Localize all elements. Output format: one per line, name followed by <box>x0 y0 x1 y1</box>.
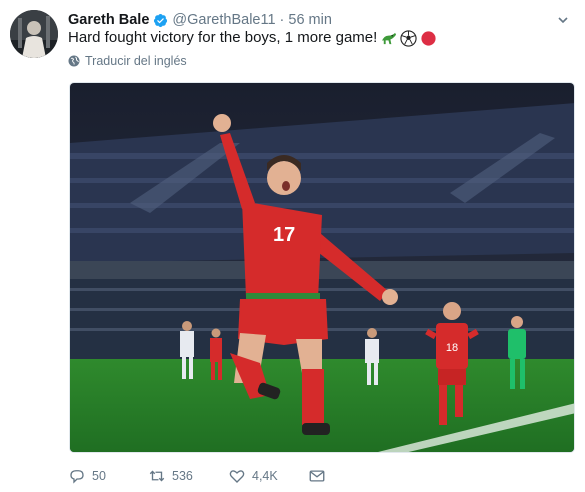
author-handle[interactable]: @GarethBale11 <box>172 12 275 28</box>
tweet-timestamp[interactable]: 56 min <box>288 12 332 28</box>
red-circle-emoji-icon <box>420 30 437 47</box>
author-name[interactable]: Gareth Bale <box>68 12 149 28</box>
player-18-number: 18 <box>446 342 458 354</box>
envelope-icon <box>309 470 325 482</box>
tweet-header: Gareth Bale @GarethBale11 · 56 min <box>68 10 575 30</box>
separator-dot: · <box>279 12 285 28</box>
translate-link[interactable]: Traducir del inglés <box>68 54 187 68</box>
globe-icon <box>68 55 80 67</box>
translate-label: Traducir del inglés <box>85 54 187 68</box>
reply-icon <box>70 470 84 484</box>
tweet-body: Hard fought victory for the boys, 1 more… <box>68 29 378 46</box>
tweet-photo[interactable]: 18 17 <box>69 82 575 453</box>
like-button[interactable]: 4,4K <box>228 465 308 487</box>
verified-badge-icon <box>153 13 168 28</box>
retweet-button[interactable]: 536 <box>148 465 228 487</box>
reply-count: 50 <box>92 469 106 483</box>
tweet-text: Hard fought victory for the boys, 1 more… <box>68 28 575 48</box>
tweet-actions: 50 536 4,4K <box>68 465 332 487</box>
avatar[interactable] <box>10 10 58 58</box>
direct-message-button[interactable] <box>308 465 332 487</box>
heart-icon <box>229 470 245 483</box>
crocodile-emoji-icon <box>380 30 397 47</box>
reply-button[interactable]: 50 <box>68 465 148 487</box>
chevron-down-icon[interactable] <box>555 10 571 30</box>
retweet-count: 536 <box>172 469 193 483</box>
like-count: 4,4K <box>252 469 278 483</box>
retweet-icon <box>149 470 165 482</box>
soccer-ball-emoji-icon <box>400 29 417 47</box>
player-17-number: 17 <box>273 224 295 246</box>
